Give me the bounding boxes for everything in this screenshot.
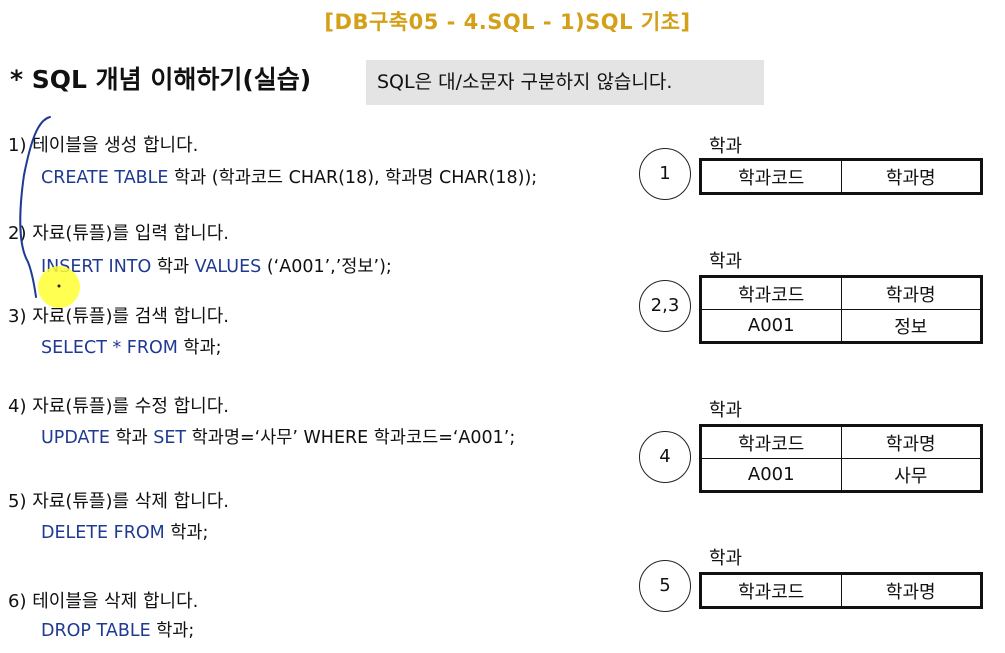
header-cell: 학과코드	[700, 276, 842, 310]
step-2-code: INSERT INTO 학과 VALUES (‘A001’,’정보’);	[41, 253, 392, 278]
header-cell: 학과코드	[700, 159, 842, 194]
table-1: 학과코드 학과명	[699, 158, 983, 195]
table-cell: 사무	[840, 458, 982, 492]
sql-keyword: UPDATE	[41, 428, 110, 448]
sql-text: (‘A001’,’정보’);	[261, 257, 392, 277]
sql-text: 학과;	[150, 621, 195, 641]
sql-keyword: VALUES	[194, 257, 262, 277]
sql-keyword: INSERT INTO	[41, 257, 152, 277]
header-cell: 학과코드	[700, 573, 842, 608]
step-2-title: 2) 자료(튜플)를 입력 합니다.	[8, 223, 230, 244]
table-4: 학과코드 학과명	[699, 572, 983, 609]
header-cell: 학과명	[840, 159, 982, 194]
table-3-label: 학과	[709, 400, 743, 421]
table-cell: A001	[700, 458, 842, 492]
section-title: * SQL 개념 이해하기(실습)	[10, 65, 312, 94]
sql-text: 학과;	[164, 523, 209, 543]
step-circle-4: 4	[639, 431, 691, 483]
table-row: A001 사무	[700, 458, 982, 492]
table-header-row: 학과코드 학과명	[700, 573, 982, 608]
header-cell: 학과명	[840, 425, 982, 459]
step-5-title: 5) 자료(튜플)를 삭제 합니다.	[8, 491, 230, 512]
step-circle-5: 5	[639, 560, 691, 612]
table-2-label: 학과	[709, 251, 743, 272]
header-cell: 학과명	[840, 276, 982, 310]
cursor-dot	[57, 284, 61, 288]
case-note: SQL은 대/소문자 구분하지 않습니다.	[366, 60, 764, 105]
table-row: A001 정보	[700, 309, 982, 343]
step-circle-1: 1	[639, 148, 691, 200]
step-4-code: UPDATE 학과 SET 학과명=‘사무’ WHERE 학과코드=‘A001’…	[41, 424, 515, 449]
step-1-code: CREATE TABLE 학과 (학과코드 CHAR(18), 학과명 CHAR…	[41, 164, 537, 189]
step-4-title: 4) 자료(튜플)를 수정 합니다.	[8, 396, 230, 417]
sql-text: 학과 (학과코드 CHAR(18), 학과명 CHAR(18));	[168, 168, 538, 188]
table-header-row: 학과코드 학과명	[700, 425, 982, 459]
table-cell: 정보	[840, 309, 982, 343]
sql-text: 학과명=‘사무’ WHERE 학과코드=‘A001’;	[186, 428, 516, 448]
step-5-code: DELETE FROM 학과;	[41, 519, 208, 544]
table-header-row: 학과코드 학과명	[700, 159, 982, 194]
step-3-title: 3) 자료(튜플)를 검색 합니다.	[8, 306, 230, 327]
table-4-label: 학과	[709, 548, 743, 569]
sql-text: 학과	[109, 428, 154, 448]
sql-keyword: DROP TABLE	[41, 621, 151, 641]
step-6-title: 6) 테이블을 삭제 합니다.	[8, 591, 199, 612]
step-3-code: SELECT * FROM 학과;	[41, 334, 222, 359]
header-cell: 학과명	[840, 573, 982, 608]
header-cell: 학과코드	[700, 425, 842, 459]
sql-keyword: SELECT * FROM	[41, 338, 178, 358]
sql-text: 학과;	[177, 338, 222, 358]
table-cell: A001	[700, 309, 842, 343]
step-circle-2-3: 2,3	[639, 280, 691, 332]
sql-keyword: CREATE TABLE	[41, 168, 169, 188]
sql-keyword: DELETE FROM	[41, 523, 165, 543]
table-1-label: 학과	[709, 136, 743, 157]
table-3: 학과코드 학과명 A001 사무	[699, 424, 983, 493]
table-header-row: 학과코드 학과명	[700, 276, 982, 310]
table-2: 학과코드 학과명 A001 정보	[699, 275, 983, 344]
step-1-title: 1) 테이블을 생성 합니다.	[8, 135, 199, 156]
sql-text: 학과	[151, 257, 195, 277]
page-title: [DB구축05 - 4.SQL - 1)SQL 기초]	[324, 10, 691, 34]
sql-keyword: SET	[153, 428, 187, 448]
step-6-code: DROP TABLE 학과;	[41, 617, 194, 642]
